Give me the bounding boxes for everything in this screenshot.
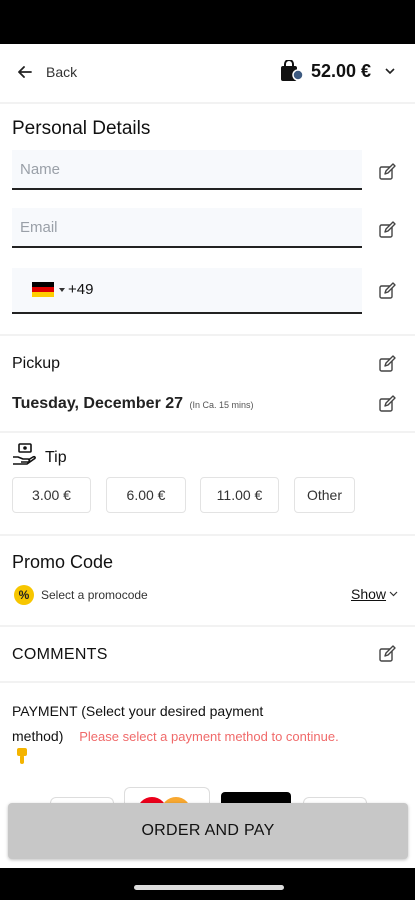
pickup-title: Pickup — [12, 355, 61, 372]
pickup-eta: (In Ca. 15 mins) — [189, 400, 254, 410]
pickup-card: Pickup Tuesday, December 27 (In Ca. 15 m… — [0, 336, 415, 431]
pickup-date: Tuesday, December 27 — [12, 395, 184, 412]
payment-title-line2: method) — [12, 728, 64, 744]
cart-summary[interactable]: 52.00 € — [279, 60, 397, 82]
shopping-bag-icon — [280, 60, 304, 81]
back-button[interactable]: Back — [18, 64, 77, 80]
name-input[interactable] — [12, 150, 362, 190]
navigation-bar — [0, 868, 415, 900]
comments-title: COMMENTS — [12, 646, 108, 663]
status-bar — [0, 0, 415, 44]
header-bar: Back 52.00 € — [0, 44, 415, 102]
arrow-left-icon — [18, 66, 32, 78]
cart-total: 52.00 € — [310, 60, 371, 81]
tip-card: Tip 3.00 € 6.00 € 11.00 € Other — [0, 433, 415, 534]
order-and-pay-button[interactable]: ORDER AND PAY — [8, 803, 408, 859]
promo-title: Promo Code — [12, 552, 114, 572]
payment-error-message: Please select a payment method to contin… — [79, 729, 339, 744]
pointing-down-hand-icon — [17, 748, 27, 764]
edit-comments-icon[interactable] — [378, 645, 396, 663]
promo-card: Promo Code % Select a promocode Show — [0, 536, 415, 625]
tip-option-3[interactable]: 3.00 € — [12, 477, 91, 513]
edit-email-icon[interactable] — [378, 221, 396, 239]
promo-show-toggle[interactable]: Show — [351, 586, 398, 602]
percent-badge-icon: % — [14, 585, 34, 605]
chevron-down-icon — [389, 591, 398, 597]
edit-pickup-icon[interactable] — [378, 355, 396, 373]
edit-pickup-time-icon[interactable] — [378, 395, 396, 413]
tip-option-11[interactable]: 11.00 € — [200, 477, 279, 513]
payment-heading: PAYMENT (Select your desired payment met… — [12, 699, 339, 749]
back-label: Back — [46, 64, 78, 80]
personal-details-card: Personal Details +49 — [0, 104, 415, 334]
phone-country-code: +49 — [68, 281, 94, 298]
tip-option-other[interactable]: Other — [294, 477, 355, 513]
personal-details-title: Personal Details — [12, 118, 151, 139]
pickup-datetime: Tuesday, December 27 (In Ca. 15 mins) — [12, 395, 254, 413]
payment-title-line1: PAYMENT (Select your desired payment — [12, 703, 264, 719]
promo-show-label: Show — [351, 586, 387, 602]
chevron-down-icon — [385, 68, 395, 75]
comments-card[interactable]: COMMENTS — [0, 627, 415, 681]
email-input[interactable] — [12, 208, 362, 248]
edit-name-icon[interactable] — [378, 163, 396, 181]
home-indicator[interactable] — [134, 885, 284, 890]
tip-title: Tip — [45, 449, 67, 466]
tip-option-6[interactable]: 6.00 € — [106, 477, 186, 513]
country-dropdown-icon[interactable] — [59, 288, 65, 292]
germany-flag-icon — [32, 282, 54, 297]
promo-select-label[interactable]: Select a promocode — [41, 588, 148, 602]
tip-hand-icon — [13, 443, 36, 465]
phone-field[interactable]: +49 — [12, 268, 362, 314]
edit-phone-icon[interactable] — [378, 282, 396, 300]
